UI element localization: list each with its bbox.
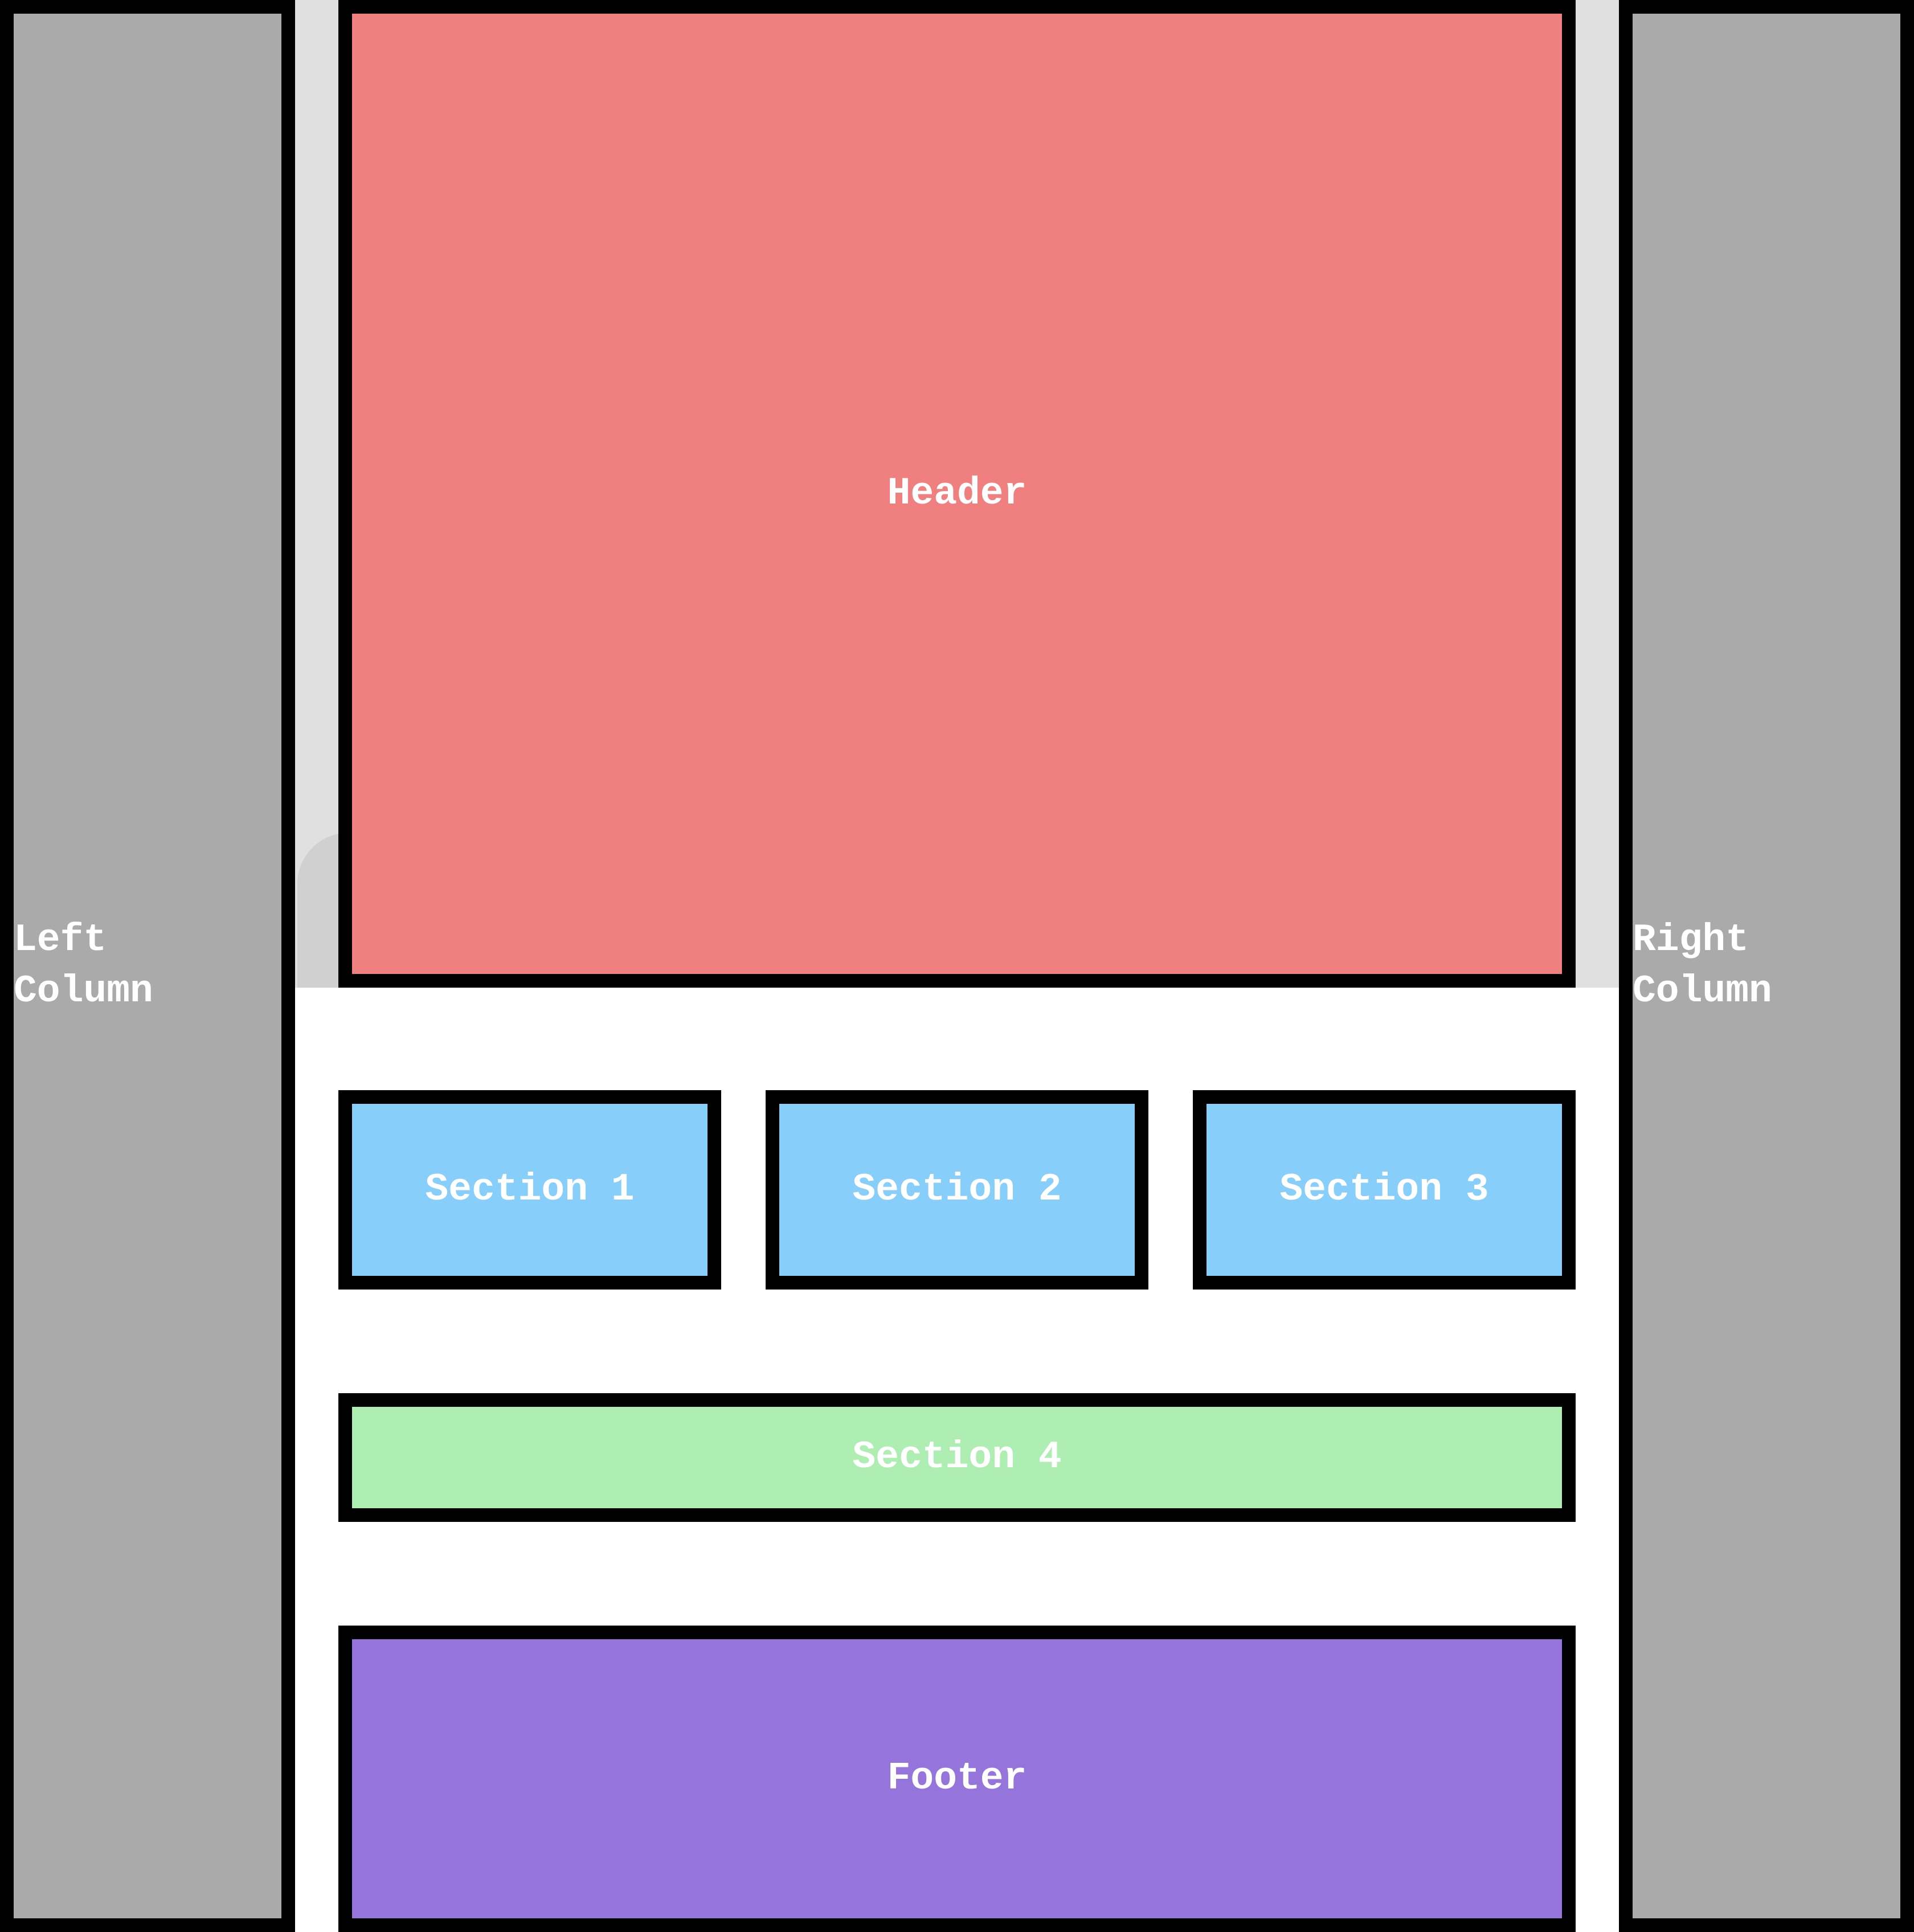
right-column-label: Right Column bbox=[1633, 918, 1772, 1013]
section-1-block: Section 1 bbox=[338, 1090, 721, 1290]
right-column: Right Column bbox=[1619, 0, 1914, 1932]
section-3-block: Section 3 bbox=[1193, 1090, 1576, 1290]
footer-block: Footer bbox=[338, 1626, 1576, 1932]
section-4-block: Section 4 bbox=[338, 1393, 1576, 1522]
section-1-label: Section 1 bbox=[425, 1168, 635, 1211]
section-2-block: Section 2 bbox=[766, 1090, 1148, 1290]
section-2-label: Section 2 bbox=[852, 1168, 1062, 1211]
section-4-label: Section 4 bbox=[852, 1435, 1062, 1479]
left-column: Left Column bbox=[0, 0, 295, 1932]
header-block: Header bbox=[338, 0, 1576, 988]
section-3-label: Section 3 bbox=[1279, 1168, 1489, 1211]
footer-label: Footer bbox=[887, 1757, 1027, 1800]
left-column-label: Left Column bbox=[14, 918, 153, 1013]
header-label: Header bbox=[887, 472, 1027, 515]
